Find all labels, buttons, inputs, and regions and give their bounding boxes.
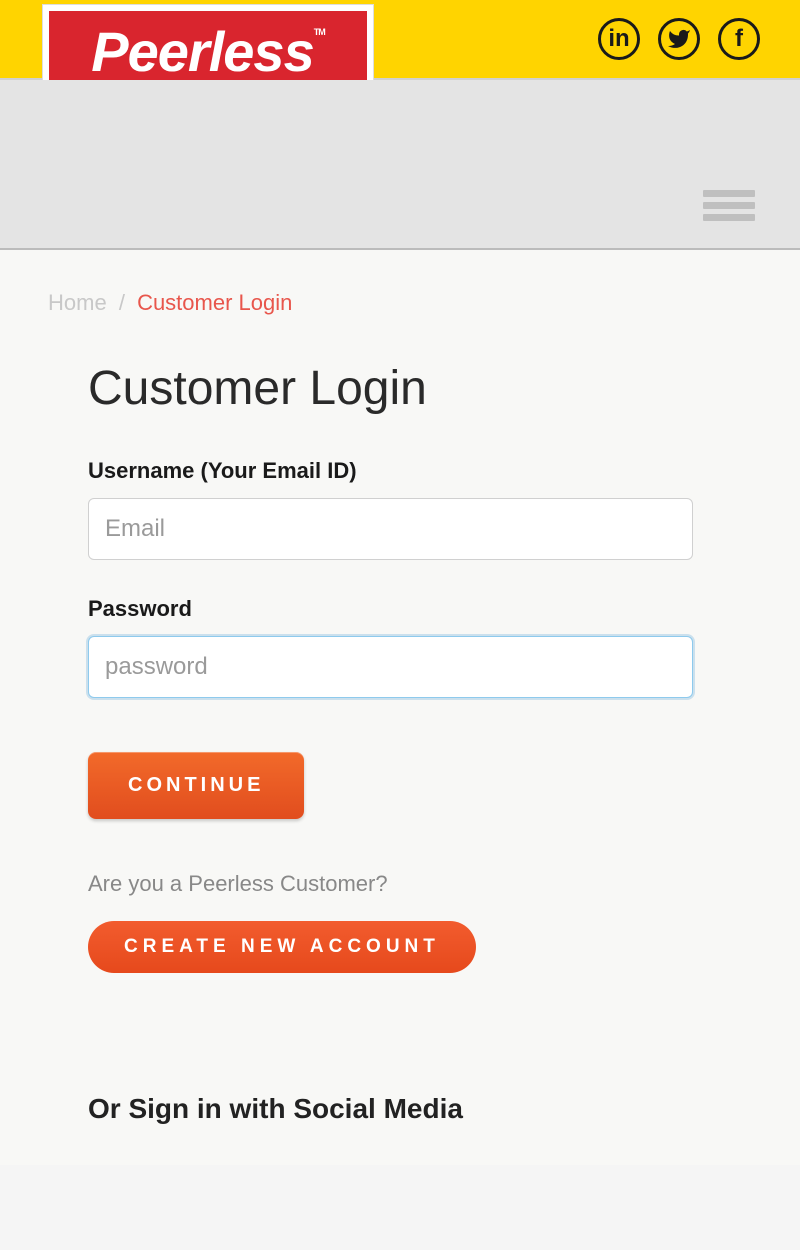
continue-button[interactable]: CONTINUE: [88, 752, 304, 819]
content: Home / Customer Login Customer Login Use…: [0, 250, 800, 1165]
breadcrumb-current: Customer Login: [137, 290, 292, 315]
facebook-glyph: f: [735, 25, 743, 53]
menu-icon[interactable]: [703, 185, 755, 226]
twitter-glyph: [667, 27, 691, 51]
breadcrumb: Home / Customer Login: [48, 290, 752, 316]
create-account-button[interactable]: CREATE NEW ACCOUNT: [88, 921, 476, 973]
username-input[interactable]: [88, 498, 693, 560]
password-group: Password: [88, 596, 752, 698]
breadcrumb-home[interactable]: Home: [48, 290, 107, 315]
linkedin-glyph: in: [608, 25, 629, 53]
facebook-icon[interactable]: f: [718, 18, 760, 60]
logo-brand: PeerlessTM: [63, 19, 353, 84]
password-input[interactable]: [88, 636, 693, 698]
breadcrumb-sep: /: [119, 290, 125, 315]
nav-bar: [0, 80, 800, 250]
username-label: Username (Your Email ID): [88, 458, 752, 484]
twitter-icon[interactable]: [658, 18, 700, 60]
logo-tm: TM: [314, 27, 325, 37]
page-title: Customer Login: [88, 361, 752, 416]
customer-question: Are you a Peerless Customer?: [88, 871, 752, 897]
linkedin-icon[interactable]: in: [598, 18, 640, 60]
social-login-heading: Or Sign in with Social Media: [88, 1093, 752, 1125]
password-label: Password: [88, 596, 752, 622]
username-group: Username (Your Email ID): [88, 458, 752, 560]
